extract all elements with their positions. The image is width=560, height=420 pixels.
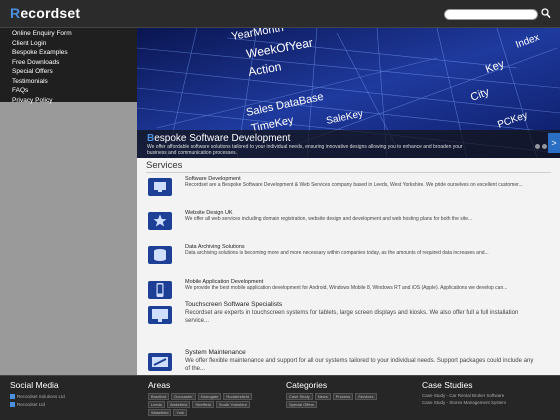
service-description: We offer all web services including doma… [185,216,473,222]
hero-caption: Bespoke Software Development We offer af… [137,130,560,158]
area-tag[interactable]: Doncaster [171,393,196,400]
service-description: Recordset are a Bespoke Software Develop… [185,182,523,188]
logo-text: ecordset [20,5,81,21]
touchscreen-icon [148,306,172,324]
case-study-link[interactable]: Case Study - Car Rental Broker Software [422,393,556,398]
monitor-icon [148,178,172,196]
category-tag[interactable]: Services [355,393,377,400]
category-tags: Case Study News Process Services Special… [286,393,386,408]
footer-heading: Social Media [10,380,59,390]
footer-categories: Categories Case Study News Process Servi… [286,380,406,408]
service-title[interactable]: Touchscreen Software Specialists [185,301,282,308]
wrench-icon [148,353,172,371]
hero-title: Bespoke Software Development [147,133,290,144]
services-section: Services Software Development Recordset … [137,158,560,375]
area-tag[interactable]: Sheffield [192,401,214,408]
service-title[interactable]: System Maintenance [185,349,246,356]
social-link[interactable]: Recordset Ltd [10,401,140,409]
nav-item-client-login[interactable]: Client Login [0,39,137,49]
area-tag[interactable]: Wakefield [148,409,172,416]
social-link-label: Recordset Solutions Ltd [17,394,65,399]
category-tag[interactable]: Special Offers [286,401,318,408]
footer: Social Media Recordset Solutions Ltd Rec… [0,375,560,420]
area-tag[interactable]: York [173,409,188,416]
service-description: We provide the best mobile application d… [185,285,508,291]
area-tag[interactable]: Harrogate [197,393,222,400]
star-icon [148,212,172,230]
sidebar: Online Enquiry Form Client Login Bespoke… [0,28,137,375]
divider [146,172,551,173]
case-study-link[interactable]: Case Study - Stores Management System [422,400,556,405]
area-tag[interactable]: Leeds [148,401,165,408]
social-link[interactable]: Recordset Solutions Ltd [10,393,140,401]
top-bar: Recordset [0,0,560,28]
logo-initial: R [10,5,21,21]
area-tag[interactable]: Bradford [148,393,170,400]
phone-icon [148,281,172,299]
area-tag[interactable]: South Yorkshire [215,401,250,408]
slider-dot[interactable] [542,144,547,149]
nav-item-faqs[interactable]: FAQs [0,86,137,96]
category-tag[interactable]: Case Study [286,393,313,400]
service-description: Recordset are experts in touchscreen sys… [185,310,519,324]
database-icon [148,246,172,264]
nav-item-special-offers[interactable]: Special Offers [0,67,137,77]
area-tags: Bradford Doncaster Harrogate Huddersfiel… [148,393,268,416]
service-description: Data archiving solutions is becoming mor… [185,250,489,256]
area-tag[interactable]: Wakefield [166,401,191,408]
footer-heading: Categories [286,380,328,390]
services-heading: Services [146,160,183,171]
social-link-label: Recordset Ltd [17,402,46,407]
category-tag[interactable]: News [314,393,331,400]
twitter-icon [10,394,15,400]
hero-description: We offer affordable software solutions t… [147,144,463,156]
footer-areas: Areas Bradford Doncaster Harrogate Hudde… [148,380,276,416]
nav-item-online-enquiry-form[interactable]: Online Enquiry Form [0,29,137,39]
nav-item-bespoke-examples[interactable]: Bespoke Examples [0,48,137,58]
slider-next-button[interactable]: > [548,133,560,153]
search-icon[interactable] [541,8,551,19]
footer-heading: Areas [148,380,171,390]
footer-social: Social Media Recordset Solutions Ltd Rec… [10,380,140,409]
hero-title-text: espoke Software Development [154,133,291,144]
nav-item-testimonials[interactable]: Testimonials [0,77,137,87]
footer-case-studies: Case Studies Case Study - Car Rental Bro… [422,380,556,405]
slider-dot[interactable] [535,144,540,149]
nav-item-privacy-policy[interactable]: Privacy Policy [0,96,137,106]
nav-item-free-downloads[interactable]: Free Downloads [0,58,137,68]
category-tag[interactable]: Process [332,393,354,400]
area-tag[interactable]: Huddersfield [223,393,252,400]
logo[interactable]: Recordset [10,5,80,21]
facebook-icon [10,402,15,408]
sidebar-nav: Online Enquiry Form Client Login Bespoke… [0,28,137,104]
footer-heading: Case Studies [422,380,473,390]
service-description: We offer flexible maintenance and suppor… [185,358,534,372]
search-input[interactable] [444,9,538,20]
hero-banner[interactable]: YearMonth WeekOfYear Action Sales DataBa… [137,28,560,158]
